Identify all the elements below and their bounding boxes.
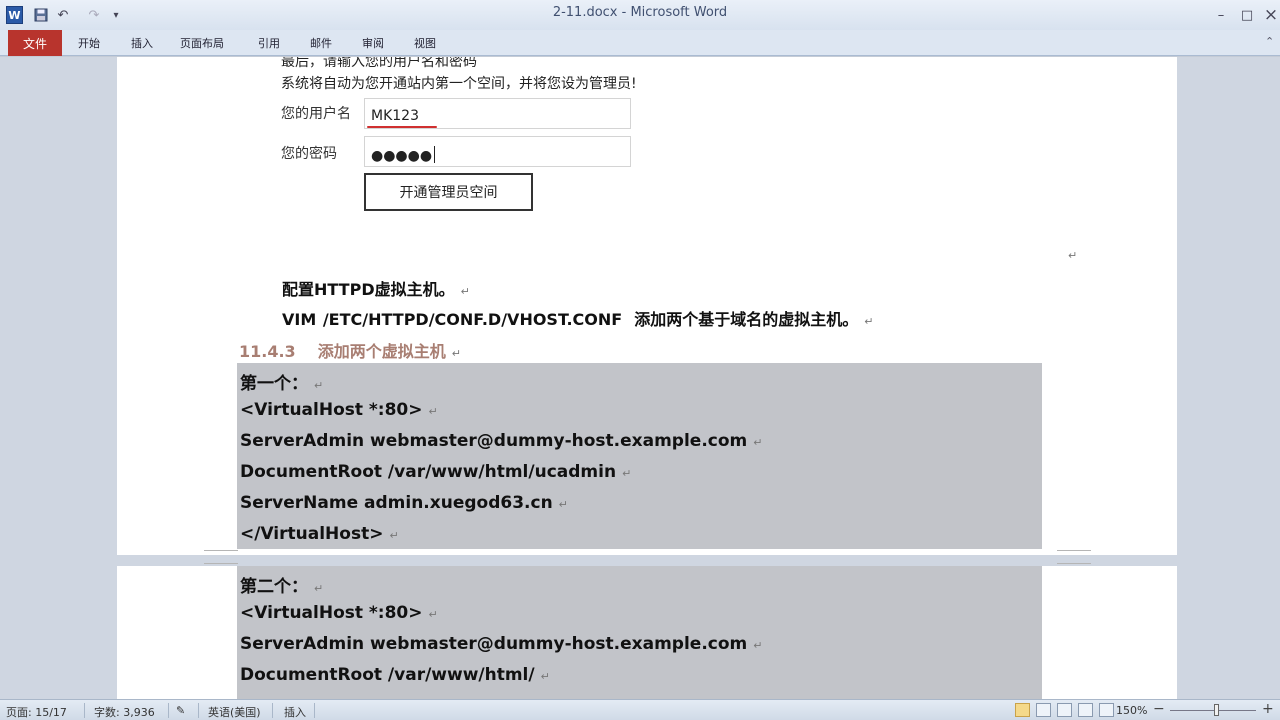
tab-home[interactable]: 开始	[78, 35, 100, 51]
intro-line-2: 系统将自动为您开通站内第一个空间，并将您设为管理员!	[281, 76, 637, 92]
tab-view[interactable]: 视图	[414, 35, 436, 51]
step-configure-vhost: 配置HTTPD虚拟主机。 ↵	[282, 280, 470, 299]
code-line: 第二个： ↵	[240, 577, 324, 597]
status-separator	[198, 703, 199, 718]
document-page[interactable]: 第二个： ↵ <VirtualHost *:80> ↵ ServerAdmin we…	[117, 566, 1177, 699]
code-line: <VirtualHost *:80> ↵	[240, 400, 438, 420]
status-separator	[314, 703, 315, 718]
tab-insert[interactable]: 插入	[131, 35, 153, 51]
tab-review[interactable]: 审阅	[362, 35, 384, 51]
zoom-out-icon[interactable]: −	[1153, 701, 1165, 717]
ribbon-expand-icon[interactable]: ⌃	[1265, 35, 1274, 48]
page-corner-mark	[1057, 563, 1091, 564]
language[interactable]: 英语(美国)	[208, 704, 261, 720]
status-separator	[272, 703, 273, 718]
password-label: 您的密码	[281, 146, 337, 162]
close-icon[interactable]: ×	[1260, 5, 1280, 25]
step-description: 添加两个基于域名的虚拟主机。	[634, 310, 859, 329]
print-layout-view-icon[interactable]	[1015, 703, 1030, 717]
username-value: MK123	[371, 108, 419, 124]
outline-view-icon[interactable]	[1078, 703, 1093, 717]
document-area[interactable]: 最后，请输入您的用户名和密码 系统将自动为您开通站内第一个空间，并将您设为管理员…	[0, 57, 1280, 699]
page-corner-mark	[204, 550, 238, 551]
tab-mailings[interactable]: 邮件	[310, 35, 332, 51]
intro-line-1: 最后，请输入您的用户名和密码	[281, 57, 477, 70]
heading-number: 11.4.3	[239, 342, 296, 361]
password-input[interactable]: ●●●●●	[364, 136, 631, 167]
code-line: DocumentRoot /var/www/html/ucadmin ↵	[240, 462, 632, 482]
code-line: DocumentRoot /var/www/html/↵	[240, 665, 550, 685]
page-corner-mark	[1057, 550, 1091, 551]
draft-view-icon[interactable]	[1099, 703, 1114, 717]
web-layout-icon[interactable]	[1057, 703, 1072, 717]
maximize-icon[interactable]: □	[1236, 6, 1258, 24]
insert-mode[interactable]: 插入	[284, 704, 306, 720]
tab-file[interactable]: 文件	[8, 30, 62, 56]
code-line: ServerName admin.xuegod63.cn ↵	[240, 493, 568, 513]
status-separator	[168, 703, 169, 718]
text-cursor	[434, 146, 436, 163]
username-label: 您的用户名	[281, 106, 351, 122]
title-bar: W ↶ ↷ ▾ 2-11.docx - Microsoft Word – □ ×	[0, 0, 1280, 30]
word-count[interactable]: 字数: 3,936	[94, 704, 155, 720]
zoom-in-icon[interactable]: +	[1262, 701, 1274, 717]
proofing-icon[interactable]: ✎	[176, 704, 185, 717]
section-heading: 11.4.3 添加两个虚拟主机 ↵	[239, 342, 461, 361]
red-underline-annotation	[367, 126, 437, 128]
code-line: </VirtualHost> ↵	[240, 524, 399, 544]
zoom-level[interactable]: 150%	[1116, 704, 1147, 717]
heading-text: 添加两个虚拟主机	[317, 342, 446, 361]
tab-references[interactable]: 引用	[258, 35, 280, 51]
tab-page-layout[interactable]: 页面布局	[180, 35, 224, 51]
vim-command: VIM /ETC/HTTPD/CONF.D/VHOST.CONF	[282, 310, 623, 329]
zoom-slider-knob[interactable]	[1214, 704, 1220, 716]
open-admin-space-button[interactable]: 开通管理员空间	[364, 173, 533, 211]
word-window: W ↶ ↷ ▾ 2-11.docx - Microsoft Word – □ ×…	[0, 0, 1280, 720]
window-title: 2-11.docx - Microsoft Word	[552, 5, 728, 20]
code-block-1	[237, 363, 1042, 549]
status-separator	[84, 703, 85, 718]
paragraph-mark: ↵	[1068, 249, 1078, 262]
code-line: 第一个： ↵	[240, 374, 324, 394]
step-edit-vhost-conf: VIM /ETC/HTTPD/CONF.D/VHOST.CONF 添加两个基于域名…	[282, 310, 874, 329]
document-page[interactable]: 最后，请输入您的用户名和密码 系统将自动为您开通站内第一个空间，并将您设为管理员…	[117, 57, 1177, 555]
page-corner-mark	[204, 563, 238, 564]
code-line: ServerAdmin webmaster@dummy-host.example…	[240, 431, 763, 451]
code-line: <VirtualHost *:80> ↵	[240, 603, 438, 623]
page-count[interactable]: 页面: 15/17	[6, 704, 67, 720]
username-input[interactable]: MK123	[364, 98, 631, 129]
full-screen-reading-icon[interactable]	[1036, 703, 1051, 717]
status-bar: 页面: 15/17 字数: 3,936 ✎ 英语(美国) 插入 150% − +	[0, 699, 1280, 720]
minimize-icon[interactable]: –	[1210, 6, 1232, 24]
password-value: ●●●●●	[371, 148, 433, 164]
zoom-slider[interactable]	[1170, 710, 1256, 711]
ribbon-tabs: 文件 开始 插入 页面布局 引用 邮件 审阅 视图 ⌃	[0, 30, 1280, 56]
code-line: ServerAdmin webmaster@dummy-host.example…	[240, 634, 763, 654]
